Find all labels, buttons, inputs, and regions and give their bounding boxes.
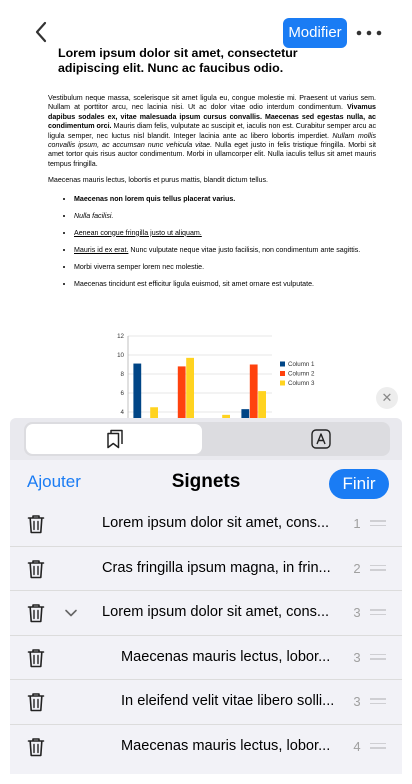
list-item: Maecenas tincidunt est efficitur ligula …	[74, 280, 376, 289]
list-item-text: Nunc vulputate neque vitae justo facilis…	[128, 245, 361, 254]
bookmarks-icon	[107, 429, 123, 449]
list-item: Nulla facilisi.	[74, 212, 376, 221]
close-icon[interactable]: ✕	[376, 387, 398, 409]
bookmark-list: Lorem ipsum dolor sit amet, cons... 1 Cr…	[10, 502, 402, 769]
chart-y-tick-label: 4	[121, 409, 125, 416]
trash-icon[interactable]	[25, 691, 47, 713]
chart-legend-swatch	[280, 371, 285, 376]
document-paragraph-1: Vestibulum neque massa, scelerisque sit …	[48, 94, 376, 169]
tab-annotations[interactable]	[212, 424, 388, 454]
bookmark-label[interactable]: In eleifend velit vitae libero solli...	[121, 693, 334, 709]
chart-y-tick-label: 12	[117, 333, 124, 340]
bookmark-row[interactable]: Lorem ipsum dolor sit amet, cons... 3	[10, 591, 402, 636]
reorder-grip-icon[interactable]	[370, 520, 386, 528]
list-item: Aenean congue fringilla justo ut aliquam…	[74, 229, 376, 238]
tab-bookmarks[interactable]	[26, 424, 202, 454]
chart-bar	[133, 363, 142, 423]
edit-button[interactable]: Modifier	[283, 18, 347, 48]
bookmark-label[interactable]: Cras fringilla ipsum magna, in frin...	[102, 560, 331, 576]
reorder-grip-icon[interactable]	[370, 653, 386, 662]
bookmarks-sheet: Ajouter Signets Finir Lorem ipsum dolor …	[10, 418, 402, 774]
chevron-down-icon[interactable]	[64, 606, 78, 620]
chart-legend-swatch	[280, 361, 285, 367]
list-item-link[interactable]: Mauris id ex erat.	[74, 246, 128, 254]
done-button[interactable]: Finir	[329, 469, 389, 499]
bookmark-label[interactable]: Maecenas mauris lectus, lobor...	[121, 738, 330, 754]
chart-y-tick-label: 6	[121, 390, 125, 397]
chart-y-tick-label: 8	[121, 371, 125, 378]
text-box-a-icon	[311, 429, 331, 449]
bookmark-page-number: 3	[353, 694, 361, 709]
bookmark-row[interactable]: Maecenas mauris lectus, lobor... 4	[10, 725, 402, 770]
bookmark-label[interactable]: Maecenas mauris lectus, lobor...	[121, 649, 330, 665]
document-bullet-list: Maecenas non lorem quis tellus placerat …	[74, 195, 376, 289]
bookmark-label[interactable]: Lorem ipsum dolor sit amet, cons...	[102, 604, 329, 620]
bookmark-page-number: 2	[353, 560, 361, 576]
bookmark-row[interactable]: Lorem ipsum dolor sit amet, cons... 1	[10, 502, 402, 547]
reorder-grip-icon[interactable]	[370, 698, 386, 706]
bookmark-label[interactable]: Lorem ipsum dolor sit amet, cons...	[102, 515, 329, 531]
document-page: Lorem ipsum dolor sit amet, consectetur …	[0, 48, 412, 423]
reorder-grip-icon[interactable]	[370, 742, 386, 751]
list-item: Maecenas non lorem quis tellus placerat …	[74, 195, 376, 204]
trash-icon[interactable]	[25, 558, 47, 580]
top-bar: Modifier	[0, 0, 412, 48]
reorder-grip-icon[interactable]	[370, 564, 386, 573]
bookmark-page-number: 1	[353, 516, 361, 531]
bookmark-row[interactable]: Maecenas mauris lectus, lobor... 3	[10, 636, 402, 680]
back-chevron-icon[interactable]	[28, 17, 54, 47]
para1-text-1: Vestibulum neque massa, scelerisque sit …	[48, 94, 376, 112]
segmented-control	[24, 422, 390, 456]
chart-legend-label: Column 3	[288, 380, 315, 387]
bookmark-row[interactable]: Cras fringilla ipsum magna, in frin... 2	[10, 547, 402, 591]
document-title: Lorem ipsum dolor sit amet, consectetur …	[58, 48, 298, 75]
list-item: Mauris id ex erat. Nunc vulputate neque …	[74, 246, 376, 255]
bookmark-page-number: 3	[353, 649, 361, 665]
bookmark-page-number: 3	[353, 605, 361, 620]
chart-bar	[186, 357, 194, 423]
trash-icon[interactable]	[25, 513, 47, 535]
segment-area	[10, 418, 402, 460]
document-paragraph-2: Maecenas mauris lectus, lobortis et puru…	[48, 176, 268, 185]
bar-chart: 24681012Column 1Column 2Column 3	[117, 333, 315, 423]
chart-legend-label: Column 1	[288, 361, 315, 368]
trash-icon[interactable]	[25, 647, 47, 669]
more-ellipsis-icon[interactable]	[352, 22, 386, 44]
chart-bar	[249, 364, 258, 423]
trash-icon[interactable]	[25, 602, 47, 624]
chart-legend-swatch	[280, 380, 285, 386]
chart-legend-label: Column 2	[288, 371, 315, 378]
sheet-header: Ajouter Signets Finir	[10, 464, 402, 504]
list-item: Morbi viverra semper lorem nec molestie.	[74, 263, 376, 272]
chart-bar	[177, 366, 186, 423]
bottom-margin	[0, 774, 412, 784]
bookmark-row[interactable]: In eleifend velit vitae libero solli... …	[10, 680, 402, 725]
trash-icon[interactable]	[25, 736, 47, 758]
chart-y-tick-label: 10	[117, 352, 124, 359]
bookmark-page-number: 4	[353, 738, 361, 754]
reorder-grip-icon[interactable]	[370, 609, 386, 617]
